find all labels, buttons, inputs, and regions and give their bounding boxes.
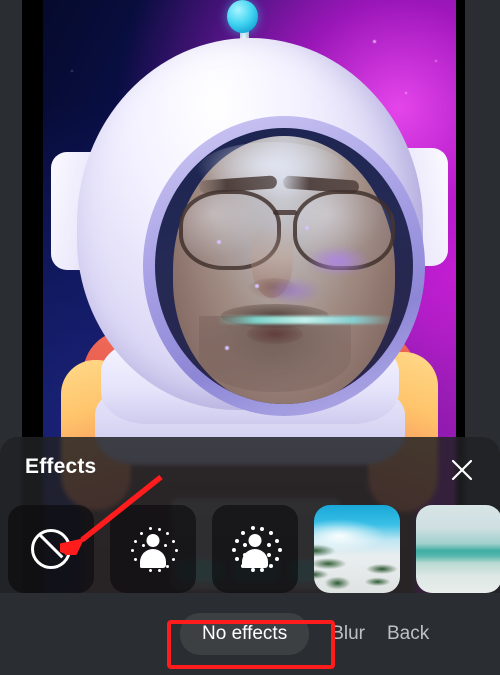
tab-no-effects[interactable]: No effects <box>180 613 310 655</box>
effects-panel: Effects No effects Blur Back <box>0 437 500 675</box>
background-image <box>416 505 500 593</box>
slight-blur-icon <box>110 505 196 593</box>
blur-icon <box>212 505 298 593</box>
close-effects-button[interactable] <box>444 452 480 488</box>
effects-thumbnail-row <box>8 505 500 593</box>
panel-title: Effects <box>25 455 97 478</box>
background-image <box>314 505 400 593</box>
tab-blur[interactable]: Blur <box>331 623 365 645</box>
effects-tabbar: No effects Blur Back <box>0 593 500 675</box>
tab-backgrounds[interactable]: Back <box>387 623 429 645</box>
astronaut-helmet <box>77 38 425 416</box>
helmet-visor <box>155 128 413 404</box>
no-effects-icon <box>8 505 94 593</box>
close-icon <box>451 459 473 481</box>
antenna-bulb-icon <box>227 0 258 33</box>
effect-thumb-beach-palms[interactable] <box>314 505 400 593</box>
user-face <box>155 128 413 404</box>
effect-thumb-no-effects[interactable] <box>8 505 94 593</box>
effect-thumb-beach-horizon[interactable] <box>416 505 500 593</box>
effect-thumb-blur[interactable] <box>212 505 298 593</box>
effect-thumb-slight-blur[interactable] <box>110 505 196 593</box>
effects-screen: Effects No effects Blur Back <box>0 0 500 675</box>
